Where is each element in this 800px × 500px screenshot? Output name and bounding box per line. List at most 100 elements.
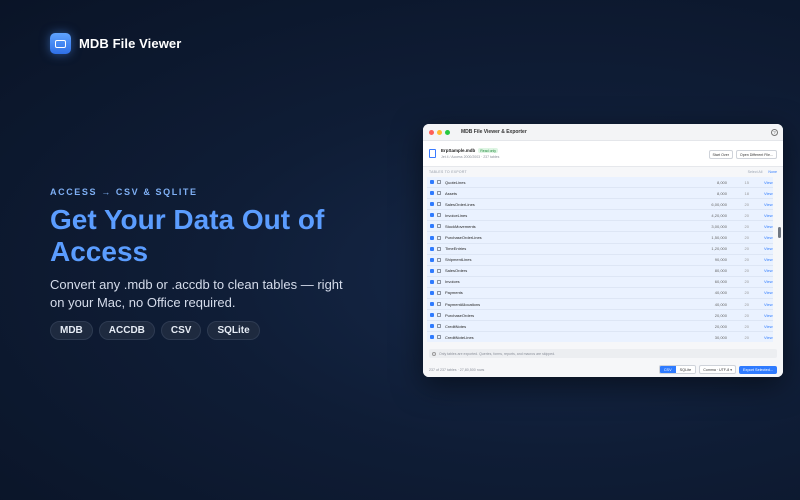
row-count: 40,000	[714, 290, 727, 296]
view-link[interactable]: View	[764, 279, 773, 284]
checkbox-checked-icon[interactable]	[430, 202, 434, 207]
row-count: 8,000	[716, 179, 727, 185]
table-row[interactable]: QuoteLines 8,000 15 View	[427, 177, 773, 189]
zoom-window-button[interactable]	[445, 129, 450, 135]
table-row[interactable]: SalesOrders 80,000 20 View	[427, 265, 773, 277]
view-link[interactable]: View	[764, 324, 773, 329]
close-window-button[interactable]	[429, 129, 434, 135]
column-count: 20	[744, 301, 749, 307]
chip-sqlite: SQLite	[207, 321, 260, 340]
checkbox-checked-icon[interactable]	[430, 235, 434, 240]
row-count: 4,20,000	[711, 212, 727, 218]
view-link[interactable]: View	[764, 202, 773, 207]
table-name: Assets	[445, 190, 458, 196]
table-name: InvoiceLines	[445, 212, 468, 218]
table-icon	[437, 279, 441, 284]
start-over-button[interactable]: Start Over	[708, 150, 733, 159]
table-icon	[437, 213, 441, 218]
checkbox-checked-icon[interactable]	[430, 324, 434, 329]
checkbox-checked-icon[interactable]	[430, 213, 434, 218]
brand-name: MDB File Viewer	[79, 36, 182, 51]
column-count: 18	[744, 190, 749, 196]
window-title: MDB File Viewer & Exporter	[461, 129, 527, 135]
open-different-file-button[interactable]: Open Different File...	[735, 150, 777, 159]
delimiter-select[interactable]: Comma · UTF-8 ▾	[699, 365, 737, 374]
checkbox-checked-icon[interactable]	[430, 257, 434, 262]
table-row[interactable]: PaymentAllocations 40,000 20 View	[427, 299, 773, 311]
table-icon	[437, 202, 441, 207]
titlebar: MDB File Viewer & Exporter ?	[423, 124, 783, 141]
checkbox-checked-icon[interactable]	[430, 180, 434, 185]
checkbox-checked-icon[interactable]	[430, 313, 434, 318]
export-notice: Only tables are exported. Queries, forms…	[429, 349, 777, 358]
view-link[interactable]: View	[764, 224, 773, 229]
table-row[interactable]: ShipmentLines 90,000 20 View	[427, 254, 773, 266]
tables-list: QuoteLines 8,000 15 View Assets 8,000 18 View …	[427, 177, 773, 342]
view-link[interactable]: View	[764, 246, 773, 251]
table-icon	[437, 257, 441, 262]
footer-bar: 237 of 237 tables · 27,80,500 rows CSV S…	[423, 362, 783, 377]
table-row[interactable]: StockMovements 3,00,000 20 View	[427, 221, 773, 233]
table-scrollbar[interactable]	[778, 227, 781, 238]
section-title: TABLES TO EXPORT	[429, 169, 467, 174]
checkbox-checked-icon[interactable]	[430, 224, 434, 229]
checkbox-checked-icon[interactable]	[430, 335, 434, 340]
view-link[interactable]: View	[764, 290, 773, 295]
table-row[interactable]: TimeEntries 1,20,000 20 View	[427, 243, 773, 255]
table-row[interactable]: Payments 40,000 20 View	[427, 287, 773, 300]
view-link[interactable]: View	[764, 180, 773, 185]
view-link[interactable]: View	[764, 268, 773, 273]
export-selected-button[interactable]: Export Selected...	[739, 365, 777, 374]
table-row[interactable]: Assets 8,000 18 View	[427, 188, 773, 200]
view-link[interactable]: View	[764, 313, 773, 318]
file-actions: Start Over Open Different File...	[708, 150, 777, 159]
column-count: 20	[744, 334, 749, 340]
table-row[interactable]: SalesOrderLines 6,00,000 20 View	[427, 199, 773, 211]
table-row[interactable]: CreditNotes 20,000 20 View	[427, 321, 773, 333]
checkbox-checked-icon[interactable]	[430, 279, 434, 284]
view-link[interactable]: View	[764, 213, 773, 218]
column-count: 20	[744, 246, 749, 252]
view-link[interactable]: View	[764, 335, 773, 340]
format-sqlite-button[interactable]: SQLite	[675, 366, 696, 373]
minimize-window-button[interactable]	[437, 129, 442, 135]
row-count: 90,000	[714, 257, 727, 263]
checkbox-checked-icon[interactable]	[430, 268, 434, 273]
row-count: 20,000	[714, 312, 727, 318]
file-meta: ErpSample.mdb Read only Jet 4 / Access 2…	[441, 148, 499, 159]
column-count: 20	[744, 279, 749, 285]
help-icon[interactable]: ?	[771, 129, 778, 136]
table-row[interactable]: InvoiceLines 4,20,000 20 View	[427, 210, 773, 222]
view-link[interactable]: View	[764, 257, 773, 262]
view-link[interactable]: View	[764, 191, 773, 196]
column-count: 20	[744, 268, 749, 274]
table-name: PaymentAllocations	[445, 301, 481, 307]
table-row[interactable]: PurchaseOrderLines 1,50,000 20 View	[427, 232, 773, 244]
table-row[interactable]: CreditNoteLines 30,000 20 View	[427, 332, 773, 342]
checkbox-checked-icon[interactable]	[430, 246, 434, 251]
checkbox-checked-icon[interactable]	[430, 302, 434, 307]
column-count: 20	[744, 257, 749, 263]
table-name: SalesOrderLines	[445, 201, 475, 207]
row-count: 8,000	[716, 190, 727, 196]
column-count: 20	[744, 290, 749, 296]
checkbox-checked-icon[interactable]	[430, 290, 434, 295]
format-csv-button[interactable]: CSV	[659, 366, 676, 373]
chip-csv: CSV	[160, 321, 202, 340]
view-link[interactable]: View	[764, 235, 773, 240]
file-details: Jet 4 / Access 2000/2003 · 237 tables	[441, 155, 500, 159]
table-icon	[437, 302, 441, 307]
row-count: 80,000	[714, 268, 727, 274]
row-count: 40,000	[714, 301, 727, 307]
select-all-link[interactable]: Select All	[748, 170, 763, 174]
table-row[interactable]: PurchaseOrders 20,000 20 View	[427, 310, 773, 322]
file-name: ErpSample.mdb	[441, 148, 476, 153]
read-only-badge: Read only	[478, 148, 499, 153]
table-icon	[437, 324, 441, 329]
view-link[interactable]: View	[764, 302, 773, 307]
table-row[interactable]: Invoices 60,000 20 View	[427, 276, 773, 288]
checkbox-checked-icon[interactable]	[430, 191, 434, 196]
select-none-link[interactable]: None	[768, 170, 777, 174]
document-icon	[429, 149, 436, 158]
table-icon	[437, 268, 441, 273]
